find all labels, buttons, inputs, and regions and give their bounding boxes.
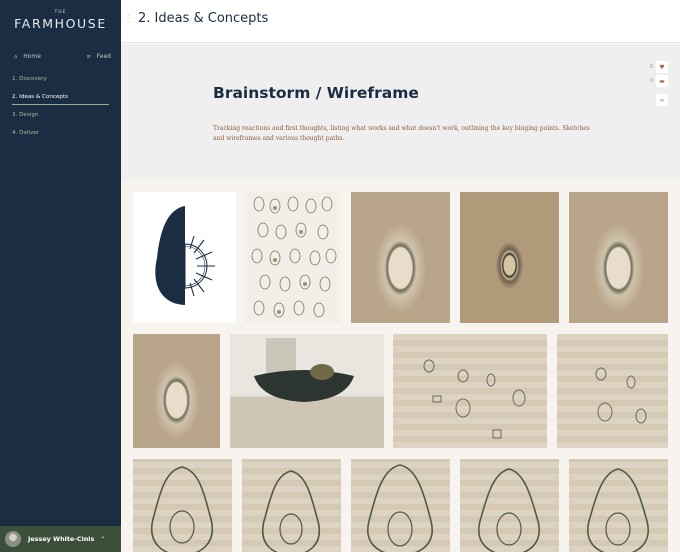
avocado-sketch xyxy=(261,470,321,552)
feed-icon: ≡ xyxy=(86,54,91,60)
gallery-item[interactable] xyxy=(569,192,668,323)
logo-the: THE xyxy=(54,10,67,15)
avocado-sketch xyxy=(150,466,214,552)
pit-sketches xyxy=(595,367,647,424)
user-menu[interactable]: Jessey White-Cinis ⌃ xyxy=(0,526,121,552)
avocado-sketch xyxy=(478,468,540,552)
gallery-item[interactable] xyxy=(460,192,559,323)
half-avocado-graphic xyxy=(155,206,215,305)
home-label: Home xyxy=(23,53,41,60)
gallery-item[interactable] xyxy=(351,459,450,552)
avocado-sketch xyxy=(587,468,649,552)
gallery-item[interactable] xyxy=(557,334,668,448)
nav-item-ideas-concepts[interactable]: 2. Ideas & Concepts xyxy=(12,92,109,105)
avocado-sketch xyxy=(367,464,433,552)
sidebar: THE FARMHOUSE ⌂ Home ≡ Feed 1. Discovery 2… xyxy=(0,0,121,552)
gallery-item[interactable] xyxy=(133,459,232,552)
page-header: · · · 2. Ideas & Concepts xyxy=(121,0,680,43)
gallery-item[interactable] xyxy=(569,459,668,552)
likes-count: 0 xyxy=(650,64,654,70)
sketch-sheet xyxy=(251,196,337,318)
comments-count: 0 xyxy=(650,78,654,84)
page-title: 2. Ideas & Concepts xyxy=(138,11,269,26)
home-link[interactable]: ⌂ Home xyxy=(14,53,41,60)
gallery-item[interactable] xyxy=(460,459,559,552)
drag-handle-icon[interactable]: · · · xyxy=(127,13,129,26)
stats-panel: 0 ♥ 0 ▬ ∞ xyxy=(650,60,668,106)
avatar xyxy=(5,531,21,547)
hero-title: Brainstorm / Wireframe xyxy=(213,84,419,102)
gallery-item[interactable] xyxy=(133,192,236,323)
top-nav: ⌂ Home ≡ Feed xyxy=(14,53,111,60)
pit-sketches xyxy=(423,359,526,439)
gallery-item[interactable] xyxy=(245,192,340,323)
gallery-item[interactable] xyxy=(393,334,547,448)
home-icon: ⌂ xyxy=(14,54,18,60)
nav-item-deliver[interactable]: 4. Deliver xyxy=(12,128,109,146)
link-icon[interactable]: ∞ xyxy=(656,94,668,106)
avocado-bowl-photo xyxy=(254,338,354,402)
heart-icon[interactable]: ♥ xyxy=(656,61,668,73)
nav-item-discovery[interactable]: 1. Discovery xyxy=(12,74,109,92)
phase-nav: 1. Discovery 2. Ideas & Concepts 3. Desi… xyxy=(12,74,109,146)
chevron-up-icon: ⌃ xyxy=(100,535,106,543)
logo[interactable]: THE FARMHOUSE xyxy=(0,10,121,31)
likes-stat: 0 ♥ xyxy=(650,60,668,74)
hero-section: Brainstorm / Wireframe Tracking reaction… xyxy=(121,44,680,180)
gallery-item[interactable] xyxy=(230,334,384,448)
logo-name: FARMHOUSE xyxy=(14,16,107,31)
hero-description: Tracking reactions and first thoughts, l… xyxy=(213,125,590,142)
gallery-item[interactable] xyxy=(133,334,220,448)
gallery-item[interactable] xyxy=(242,459,341,552)
user-name: Jessey White-Cinis xyxy=(28,535,95,543)
comments-stat: 0 ▬ xyxy=(650,74,668,88)
gallery xyxy=(121,180,680,552)
nav-item-design[interactable]: 3. Design xyxy=(12,110,109,128)
comment-icon[interactable]: ▬ xyxy=(656,75,668,87)
feed-label: Feed xyxy=(96,53,111,60)
feed-link[interactable]: ≡ Feed xyxy=(86,53,111,60)
gallery-item[interactable] xyxy=(351,192,450,323)
